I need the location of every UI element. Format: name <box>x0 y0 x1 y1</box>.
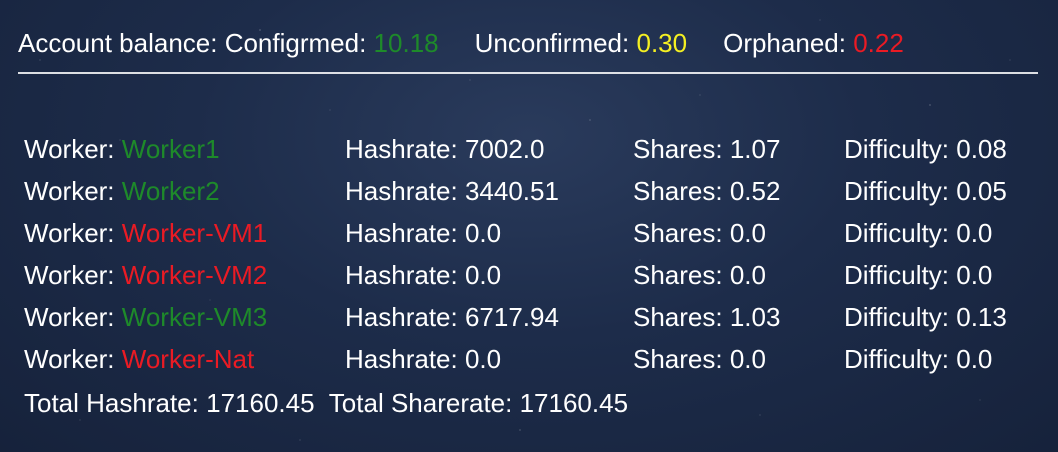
shares-cell: Shares: 0.0 <box>633 218 766 249</box>
confirmed-label: Account balance: Configrmed: <box>18 27 367 58</box>
shares-value: 0.52 <box>729 176 781 206</box>
hashrate-label: Hashrate: <box>345 134 458 164</box>
difficulty-cell: Difficulty: 0.0 <box>844 218 992 249</box>
hashrate-label: Hashrate: <box>345 260 458 290</box>
worker-label: Worker: <box>24 260 115 290</box>
worker-label: Worker: <box>24 218 115 248</box>
difficulty-value: 0.0 <box>956 260 993 290</box>
hashrate-value: 0.0 <box>464 344 502 374</box>
worker-row: Worker: Worker2 Hashrate: 3440.51 Shares… <box>24 172 1044 214</box>
unconfirmed-label: Unconfirmed: <box>474 27 630 58</box>
difficulty-cell: Difficulty: 0.0 <box>844 344 992 375</box>
hashrate-label: Hashrate: <box>345 344 458 374</box>
hashrate-cell: Hashrate: 0.0 <box>345 218 501 249</box>
worker-name: Worker2 <box>121 176 220 206</box>
difficulty-value: 0.0 <box>956 344 993 374</box>
shares-cell: Shares: 0.0 <box>633 260 766 291</box>
shares-label: Shares: <box>633 302 723 332</box>
shares-label: Shares: <box>633 176 723 206</box>
hashrate-cell: Hashrate: 0.0 <box>345 260 501 291</box>
worker-row: Worker: Worker-Nat Hashrate: 0.0 Shares:… <box>24 340 1044 382</box>
worker-cell: Worker: Worker1 <box>24 134 220 165</box>
hashrate-cell: Hashrate: 6717.94 <box>345 302 559 333</box>
confirmed-value: 10.18 <box>373 27 439 58</box>
difficulty-value: 0.08 <box>956 134 1007 164</box>
difficulty-label: Difficulty: <box>844 176 949 206</box>
hashrate-label: Hashrate: <box>345 176 458 206</box>
difficulty-label: Difficulty: <box>844 218 949 248</box>
shares-value: 0.0 <box>729 218 766 248</box>
total-hashrate: Total Hashrate: 17160.45 <box>24 388 315 418</box>
total-hashrate-value: 17160.45 <box>206 388 315 418</box>
hashrate-value: 3440.51 <box>464 176 559 206</box>
difficulty-value: 0.05 <box>956 176 1007 206</box>
worker-label: Worker: <box>24 344 115 374</box>
orphaned-label: Orphaned: <box>723 27 846 58</box>
difficulty-cell: Difficulty: 0.0 <box>844 260 992 291</box>
shares-value: 1.03 <box>729 302 781 332</box>
shares-value: 0.0 <box>729 260 766 290</box>
hashrate-cell: Hashrate: 0.0 <box>345 344 501 375</box>
difficulty-label: Difficulty: <box>844 344 949 374</box>
orphaned-value: 0.22 <box>853 27 904 58</box>
confirmed-balance: Account balance: Configrmed: 10.18 <box>18 28 439 59</box>
totals-line: Total Hashrate: 17160.45 Total Sharerate… <box>24 388 628 419</box>
header-divider <box>18 72 1038 74</box>
hashrate-label: Hashrate: <box>345 302 458 332</box>
shares-value: 0.0 <box>729 344 766 374</box>
shares-value: 1.07 <box>729 134 781 164</box>
shares-label: Shares: <box>633 344 723 374</box>
hashrate-label: Hashrate: <box>345 218 458 248</box>
worker-row: Worker: Worker-VM3 Hashrate: 6717.94 Sha… <box>24 298 1044 340</box>
hashrate-value: 0.0 <box>464 218 502 248</box>
total-sharerate: Total Sharerate: 17160.45 <box>329 388 628 418</box>
shares-cell: Shares: 1.03 <box>633 302 780 333</box>
shares-cell: Shares: 1.07 <box>633 134 780 165</box>
worker-row: Worker: Worker-VM2 Hashrate: 0.0 Shares:… <box>24 256 1044 298</box>
difficulty-value: 0.13 <box>956 302 1007 332</box>
unconfirmed-value: 0.30 <box>636 27 688 58</box>
difficulty-cell: Difficulty: 0.05 <box>844 176 1007 207</box>
worker-name: Worker-VM1 <box>121 218 268 248</box>
hashrate-value: 6717.94 <box>464 302 559 332</box>
difficulty-cell: Difficulty: 0.08 <box>844 134 1007 165</box>
shares-label: Shares: <box>633 134 723 164</box>
hashrate-cell: Hashrate: 3440.51 <box>345 176 559 207</box>
worker-row: Worker: Worker1 Hashrate: 7002.0 Shares:… <box>24 130 1044 172</box>
worker-list: Worker: Worker1 Hashrate: 7002.0 Shares:… <box>24 130 1044 382</box>
worker-cell: Worker: Worker-Nat <box>24 344 254 375</box>
difficulty-label: Difficulty: <box>844 302 949 332</box>
worker-cell: Worker: Worker-VM3 <box>24 302 267 333</box>
orphaned-balance: Orphaned: 0.22 <box>723 28 904 59</box>
difficulty-label: Difficulty: <box>844 260 949 290</box>
shares-cell: Shares: 0.52 <box>633 176 780 207</box>
worker-name: Worker-Nat <box>121 344 255 374</box>
worker-cell: Worker: Worker-VM1 <box>24 218 267 249</box>
shares-label: Shares: <box>633 218 723 248</box>
hashrate-value: 0.0 <box>464 260 502 290</box>
difficulty-cell: Difficulty: 0.13 <box>844 302 1007 333</box>
shares-label: Shares: <box>633 260 723 290</box>
difficulty-value: 0.0 <box>956 218 993 248</box>
hashrate-value: 7002.0 <box>464 134 545 164</box>
unconfirmed-balance: Unconfirmed: 0.30 <box>475 28 687 59</box>
total-hashrate-label: Total Hashrate: <box>24 388 199 418</box>
account-balance-bar: Account balance: Configrmed: 10.18 Uncon… <box>18 26 904 60</box>
worker-cell: Worker: Worker-VM2 <box>24 260 267 291</box>
worker-label: Worker: <box>24 176 115 206</box>
hashrate-cell: Hashrate: 7002.0 <box>345 134 545 165</box>
worker-label: Worker: <box>24 302 115 332</box>
total-sharerate-label: Total Sharerate: <box>328 388 513 418</box>
worker-row: Worker: Worker-VM1 Hashrate: 0.0 Shares:… <box>24 214 1044 256</box>
worker-name: Worker-VM3 <box>121 302 268 332</box>
worker-cell: Worker: Worker2 <box>24 176 220 207</box>
worker-name: Worker-VM2 <box>121 260 268 290</box>
shares-cell: Shares: 0.0 <box>633 344 766 375</box>
worker-name: Worker1 <box>121 134 220 164</box>
worker-label: Worker: <box>24 134 115 164</box>
difficulty-label: Difficulty: <box>844 134 949 164</box>
total-sharerate-value: 17160.45 <box>519 388 629 418</box>
